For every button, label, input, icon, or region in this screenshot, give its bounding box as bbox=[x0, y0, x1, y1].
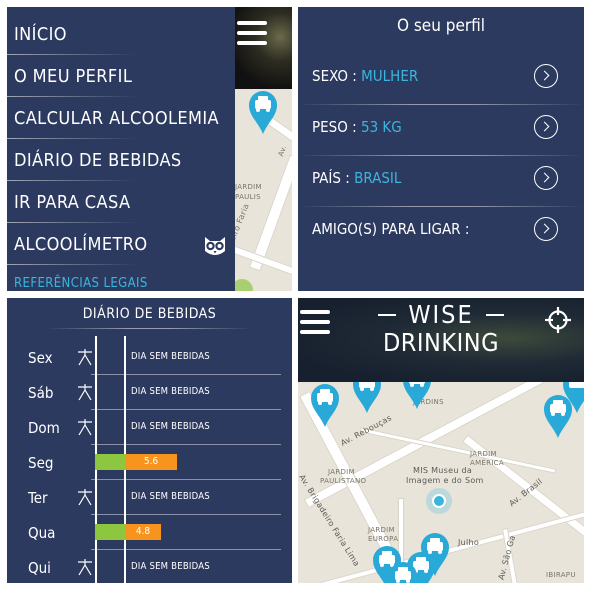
map-label-av: Av. bbox=[276, 144, 289, 158]
menu-item-ir-para-casa[interactable]: IR PARA CASA bbox=[14, 192, 130, 213]
alcohol-bar-value: 4.8 bbox=[125, 524, 161, 540]
chevron-right-icon[interactable] bbox=[534, 115, 558, 139]
park-area bbox=[235, 279, 253, 291]
no-drinks-text: DIA SEM BEBIDAS bbox=[131, 386, 210, 397]
hamburger-icon[interactable] bbox=[237, 21, 267, 45]
app-header: WISE DRINKING bbox=[298, 298, 584, 382]
day-label: Sex bbox=[28, 349, 53, 367]
hamburger-icon[interactable] bbox=[300, 310, 330, 334]
glass-icon bbox=[78, 384, 92, 401]
diary-row[interactable]: Dom DIA SEM BEBIDAS bbox=[7, 410, 292, 444]
day-label: Seg bbox=[28, 454, 54, 472]
profile-label-amigos: AMIGO(S) PARA LIGAR : bbox=[312, 220, 470, 238]
profile-row-peso[interactable]: PESO : 53 KG bbox=[312, 113, 570, 143]
map-panel: JARDINS Av. Rebouças JARDIM AMÉRICA JARD… bbox=[298, 298, 584, 583]
profile-panel: O seu perfil SEXO : MULHER PESO : 53 KG … bbox=[298, 7, 584, 291]
menu-divider bbox=[7, 264, 137, 265]
day-label: Qua bbox=[28, 524, 56, 542]
glass-icon bbox=[78, 489, 92, 506]
diary-row[interactable]: Sáb DIA SEM BEBIDAS bbox=[7, 375, 292, 409]
alcohol-bar-value: 5.6 bbox=[125, 454, 177, 470]
title-divider bbox=[47, 328, 252, 329]
profile-value-pais: BRASIL bbox=[354, 169, 402, 187]
map-preview[interactable]: Av. JARDIM PAULIS Av. Brigadeiro Faria L… bbox=[235, 7, 292, 291]
page-title: DIÁRIO DE BEBIDAS bbox=[82, 306, 217, 322]
menu-item-alcoolimetro[interactable]: ALCOOLÍMETRO bbox=[14, 234, 148, 255]
glass-icon bbox=[78, 419, 92, 436]
menu-divider bbox=[7, 54, 137, 55]
profile-row-sexo[interactable]: SEXO : MULHER bbox=[312, 62, 570, 92]
menu-item-perfil[interactable]: O MEU PERFIL bbox=[14, 66, 132, 87]
day-label: Ter bbox=[28, 489, 48, 507]
profile-row-amigos[interactable]: AMIGO(S) PARA LIGAR : bbox=[312, 215, 570, 245]
profile-row-pais[interactable]: PAÍS : BRASIL bbox=[312, 164, 570, 194]
diary-row[interactable]: Qua 4.8 bbox=[7, 515, 292, 549]
taxi-pin-icon[interactable] bbox=[246, 89, 280, 135]
diary-row[interactable]: Sex DIA SEM BEBIDAS bbox=[7, 340, 292, 374]
menu-divider bbox=[7, 96, 137, 97]
logo-drinking: DRINKING bbox=[382, 328, 500, 357]
taxi-pin-icon[interactable] bbox=[386, 560, 420, 583]
diary-panel: DIÁRIO DE BEBIDAS Sex DIA SEM BEBIDAS Sá… bbox=[7, 298, 292, 583]
chevron-right-icon[interactable] bbox=[534, 64, 558, 88]
menu-item-diario[interactable]: DIÁRIO DE BEBIDAS bbox=[14, 150, 182, 171]
alcohol-bar-green bbox=[95, 524, 125, 540]
map-label-mis-1: MIS Museu da bbox=[413, 466, 473, 475]
map-label-jardim-america-1: JARDIM bbox=[470, 450, 497, 458]
diary-row[interactable]: Seg 5.6 bbox=[7, 445, 292, 479]
page-title: O seu perfil bbox=[396, 16, 486, 36]
row-divider bbox=[298, 104, 584, 105]
side-menu: INÍCIO O MEU PERFIL CALCULAR ALCOOLEMIA … bbox=[7, 7, 235, 291]
no-drinks-text: DIA SEM BEBIDAS bbox=[131, 351, 210, 362]
menu-item-inicio[interactable]: INÍCIO bbox=[14, 24, 67, 45]
map-label-jardim-america-2: AMÉRICA bbox=[470, 459, 504, 467]
menu-panel: Av. JARDIM PAULIS Av. Brigadeiro Faria L… bbox=[7, 7, 292, 291]
day-label: Qui bbox=[28, 559, 51, 577]
row-divider bbox=[298, 155, 584, 156]
header-photo bbox=[235, 7, 292, 89]
profile-value-peso: 53 KG bbox=[360, 118, 402, 136]
menu-item-calcular[interactable]: CALCULAR ALCOOLEMIA bbox=[14, 108, 219, 129]
map-label-julho: Julho bbox=[458, 538, 480, 547]
row-divider bbox=[298, 206, 584, 207]
menu-divider bbox=[7, 138, 137, 139]
day-label: Sáb bbox=[28, 384, 54, 402]
map-label-mis-2: Imagem e do Som bbox=[406, 476, 484, 485]
taxi-pin-icon[interactable] bbox=[308, 382, 342, 428]
profile-label-pais: PAÍS : bbox=[312, 169, 355, 187]
diary-row[interactable]: Ter DIA SEM BEBIDAS bbox=[7, 480, 292, 514]
logo-wise: WISE bbox=[408, 300, 474, 329]
menu-divider bbox=[7, 180, 137, 181]
current-location-marker[interactable] bbox=[432, 494, 446, 508]
profile-label-sexo: SEXO : bbox=[312, 67, 362, 85]
map-label-jardim-europa-2: EUROPA bbox=[368, 535, 399, 543]
menu-divider bbox=[7, 222, 137, 223]
glass-icon bbox=[78, 559, 92, 576]
glass-icon bbox=[78, 349, 92, 366]
chevron-right-icon[interactable] bbox=[534, 217, 558, 241]
no-drinks-text: DIA SEM BEBIDAS bbox=[131, 561, 210, 572]
alcohol-bar-green bbox=[95, 454, 125, 470]
diary-row[interactable]: Qui DIA SEM BEBIDAS bbox=[7, 550, 292, 583]
locate-crosshair-icon[interactable] bbox=[544, 306, 572, 334]
day-label: Dom bbox=[28, 419, 60, 437]
map-label-jardim-paulistano-2: PAULISTANO bbox=[320, 477, 367, 485]
map-label-jardim-europa-1: JARDIM bbox=[368, 526, 395, 534]
map-label-jardim-paulistano-1: JARDIM bbox=[328, 468, 355, 476]
map-label-ibirapuera: IBIRAPU bbox=[546, 571, 576, 579]
profile-label-peso: PESO : bbox=[312, 118, 361, 136]
legal-references-link[interactable]: REFERÊNCIAS LEGAIS bbox=[14, 276, 148, 291]
no-drinks-text: DIA SEM BEBIDAS bbox=[131, 491, 210, 502]
chevron-right-icon[interactable] bbox=[534, 166, 558, 190]
no-drinks-text: DIA SEM BEBIDAS bbox=[131, 421, 210, 432]
owl-icon bbox=[205, 237, 225, 255]
profile-value-sexo: MULHER bbox=[361, 67, 419, 85]
